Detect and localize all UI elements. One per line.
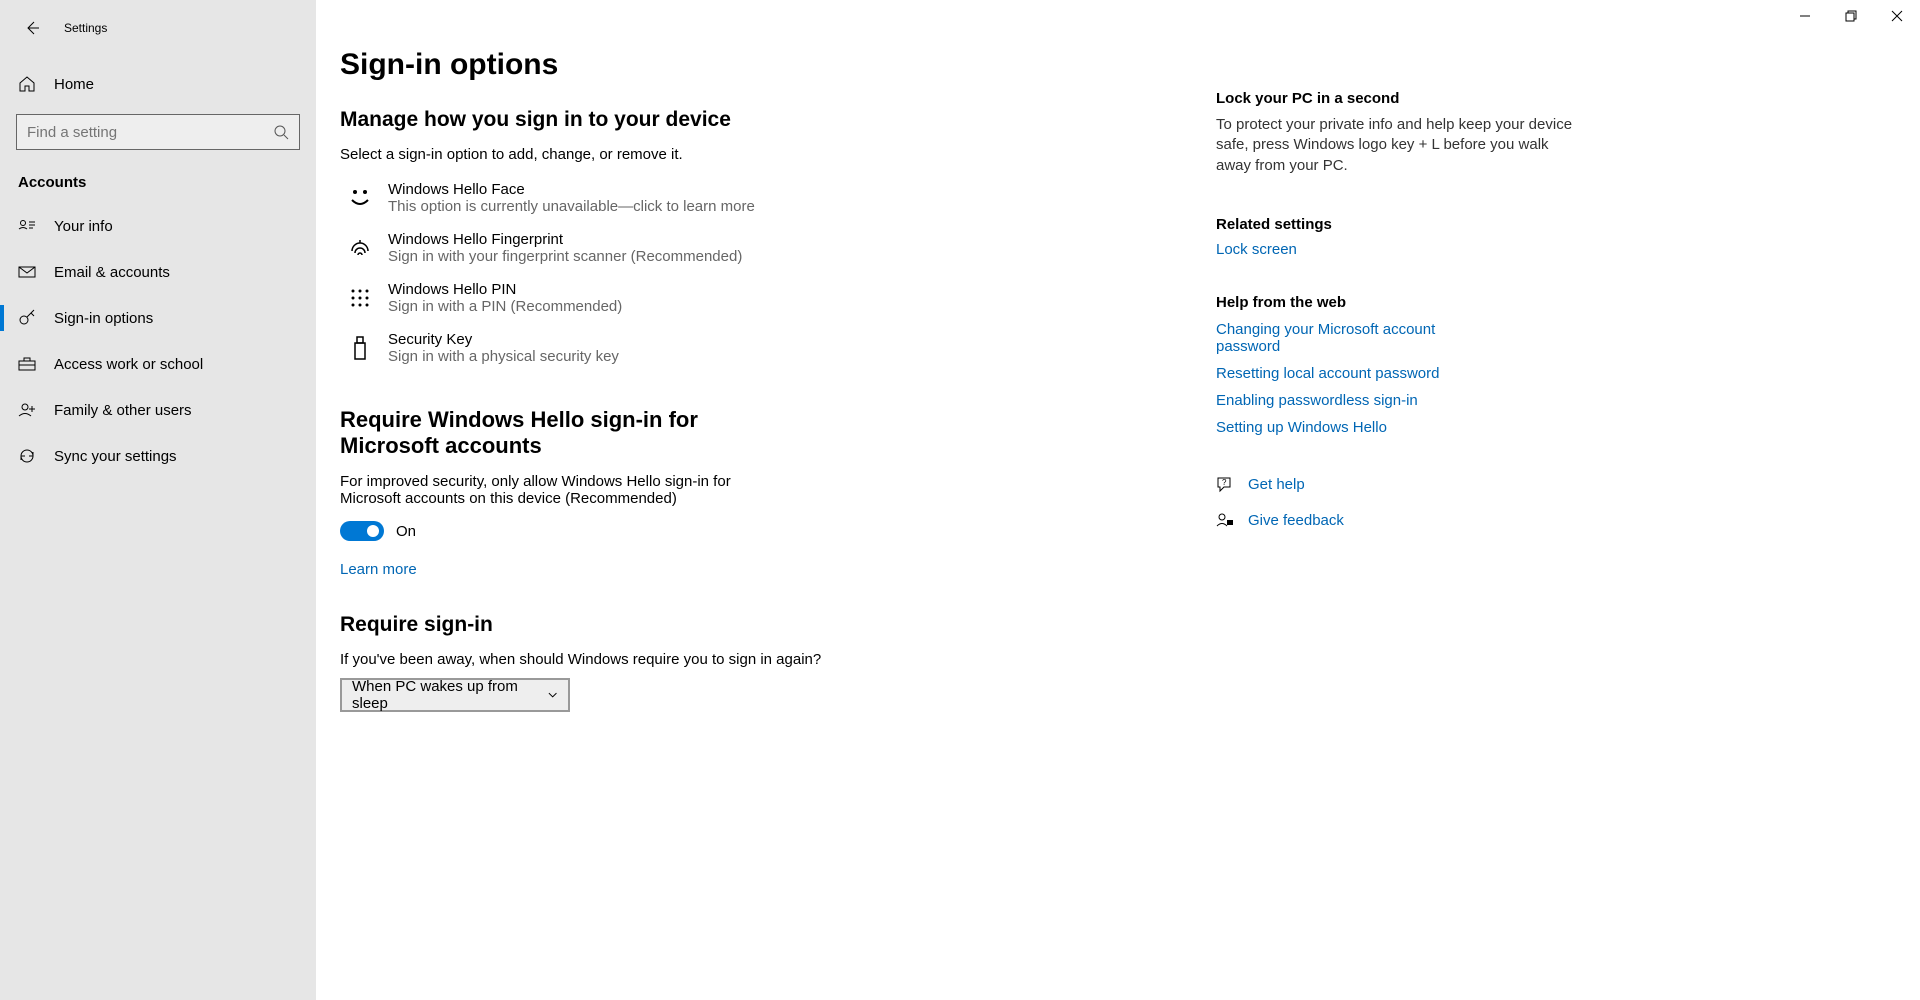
main: Sign-in options Manage how you sign in t…: [316, 0, 1920, 1000]
briefcase-icon: [18, 355, 36, 373]
help-link-change-password[interactable]: Changing your Microsoft account password: [1216, 321, 1456, 355]
search-box[interactable]: [16, 114, 300, 150]
help-icon: ?: [1216, 476, 1234, 494]
sidebar-item-label: Sync your settings: [54, 448, 177, 465]
section-require-signin-heading: Require sign-in: [340, 613, 1216, 637]
sidebar-item-sign-in-options[interactable]: Sign-in options: [0, 295, 316, 341]
sidebar-item-label: Sign-in options: [54, 310, 153, 327]
sidebar-item-label: Family & other users: [54, 402, 192, 419]
feedback-icon: [1216, 512, 1234, 530]
sidebar-home[interactable]: Home: [0, 64, 316, 104]
section-require-hello-desc: For improved security, only allow Window…: [340, 473, 780, 507]
window-title: Settings: [64, 21, 107, 35]
help-link-setup-hello[interactable]: Setting up Windows Hello: [1216, 419, 1456, 436]
require-hello-toggle-label: On: [396, 523, 416, 540]
keypad-icon: [349, 287, 371, 309]
help-link-passwordless[interactable]: Enabling passwordless sign-in: [1216, 392, 1456, 409]
sync-icon: [18, 447, 36, 465]
section-require-signin-desc: If you've been away, when should Windows…: [340, 651, 940, 668]
mail-icon: [18, 263, 36, 281]
minimize-icon: [1799, 10, 1811, 22]
sidebar-item-your-info[interactable]: Your info: [0, 203, 316, 249]
signin-option-face[interactable]: Windows Hello Face This option is curren…: [340, 173, 960, 223]
sidebar-home-label: Home: [54, 76, 94, 93]
key-icon: [18, 309, 36, 327]
option-sub: Sign in with a physical security key: [388, 348, 619, 365]
related-link-lock-screen[interactable]: Lock screen: [1216, 241, 1456, 258]
give-feedback-row[interactable]: Give feedback: [1216, 512, 1582, 530]
section-manage-desc: Select a sign-in option to add, change, …: [340, 146, 1216, 163]
back-button[interactable]: [18, 14, 46, 42]
option-title: Windows Hello Face: [388, 181, 755, 198]
sidebar-item-family-users[interactable]: Family & other users: [0, 387, 316, 433]
sidebar-item-email-accounts[interactable]: Email & accounts: [0, 249, 316, 295]
get-help-row[interactable]: ? Get help: [1216, 476, 1582, 494]
chevron-down-icon: [547, 689, 558, 701]
people-icon: [18, 401, 36, 419]
svg-text:?: ?: [1222, 478, 1227, 487]
require-signin-select[interactable]: When PC wakes up from sleep: [340, 678, 570, 712]
option-title: Security Key: [388, 331, 619, 348]
section-manage-heading: Manage how you sign in to your device: [340, 108, 1216, 132]
signin-option-pin[interactable]: Windows Hello PIN Sign in with a PIN (Re…: [340, 273, 960, 323]
option-sub: Sign in with your fingerprint scanner (R…: [388, 248, 742, 265]
help-link-reset-local[interactable]: Resetting local account password: [1216, 365, 1456, 382]
minimize-button[interactable]: [1782, 0, 1828, 32]
search-icon: [273, 124, 289, 140]
require-hello-toggle[interactable]: [340, 521, 384, 541]
related-settings-title: Related settings: [1216, 216, 1582, 233]
face-icon: [347, 185, 373, 211]
sidebar-item-label: Access work or school: [54, 356, 203, 373]
get-help-link[interactable]: Get help: [1248, 476, 1305, 493]
usb-key-icon: [350, 335, 370, 361]
sidebar-item-label: Your info: [54, 218, 113, 235]
person-card-icon: [18, 217, 36, 235]
learn-more-link[interactable]: Learn more: [340, 561, 417, 578]
fingerprint-icon: [347, 235, 373, 261]
sidebar-item-sync-settings[interactable]: Sync your settings: [0, 433, 316, 479]
close-icon: [1891, 10, 1903, 22]
sidebar: Settings Home Accounts Your info Email &…: [0, 0, 316, 1000]
option-title: Windows Hello Fingerprint: [388, 231, 742, 248]
sidebar-item-access-work-school[interactable]: Access work or school: [0, 341, 316, 387]
close-button[interactable]: [1874, 0, 1920, 32]
content: Sign-in options Manage how you sign in t…: [316, 0, 1216, 1000]
lock-tip-title: Lock your PC in a second: [1216, 90, 1582, 107]
option-title: Windows Hello PIN: [388, 281, 622, 298]
home-icon: [18, 75, 36, 93]
sidebar-category: Accounts: [0, 164, 316, 203]
search-input[interactable]: [27, 124, 273, 141]
right-pane: Lock your PC in a second To protect your…: [1216, 0, 1606, 1000]
maximize-button[interactable]: [1828, 0, 1874, 32]
option-sub: Sign in with a PIN (Recommended): [388, 298, 622, 315]
maximize-icon: [1845, 10, 1857, 22]
help-web-title: Help from the web: [1216, 294, 1582, 311]
require-signin-value: When PC wakes up from sleep: [352, 678, 547, 712]
signin-option-security-key[interactable]: Security Key Sign in with a physical sec…: [340, 323, 960, 373]
back-arrow-icon: [24, 20, 40, 36]
option-sub: This option is currently unavailable—cli…: [388, 198, 755, 215]
page-title: Sign-in options: [340, 48, 1216, 82]
sidebar-item-label: Email & accounts: [54, 264, 170, 281]
lock-tip-text: To protect your private info and help ke…: [1216, 115, 1582, 176]
section-require-hello-heading: Require Windows Hello sign-in for Micros…: [340, 407, 780, 459]
give-feedback-link[interactable]: Give feedback: [1248, 512, 1344, 529]
signin-option-fingerprint[interactable]: Windows Hello Fingerprint Sign in with y…: [340, 223, 960, 273]
